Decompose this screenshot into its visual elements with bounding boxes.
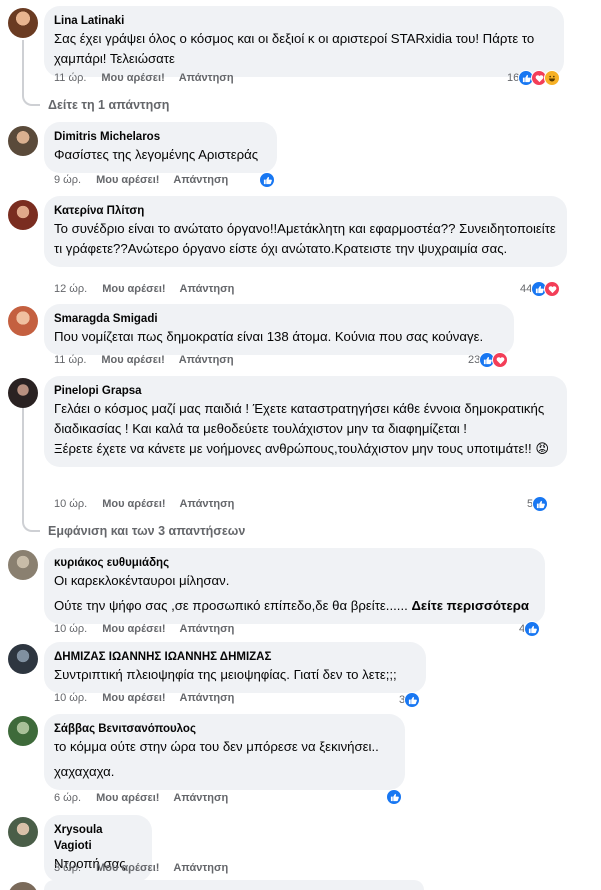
thread-hook — [22, 92, 40, 106]
like-button[interactable]: Μου αρέσει! — [102, 692, 165, 704]
reply-button[interactable]: Απάντηση — [173, 174, 228, 186]
comment-time[interactable]: 10 ώρ. — [54, 692, 87, 704]
like-reaction-icon — [404, 692, 421, 708]
reply-button[interactable]: Απάντηση — [179, 72, 234, 84]
avatar[interactable] — [8, 8, 38, 38]
avatar[interactable] — [8, 817, 38, 847]
comment-text: Σας έχει γράψει όλος ο κόσμος και οι δεξ… — [54, 31, 535, 66]
comment-text: Γελάει ο κόσμος μαζί μας παιδιά ! Έχετε … — [54, 401, 545, 436]
avatar[interactable] — [8, 716, 38, 746]
love-reaction-icon — [492, 352, 509, 368]
like-reaction-icon — [532, 496, 549, 512]
comment-author[interactable]: Xrysoula Vagioti — [54, 822, 142, 854]
reply-button[interactable]: Απάντηση — [180, 692, 235, 704]
comment-bubble: Σάββας Βενιτσανόπουλος το κόμμα ούτε στη… — [44, 714, 405, 790]
comment-text: Το συνέδριο είναι το ανώτατο όργανο!!Αμε… — [54, 221, 556, 256]
comment-author[interactable]: Dimitris Michelaros — [54, 129, 267, 145]
comment-time[interactable]: 12 ώρ. — [54, 283, 87, 295]
like-button[interactable]: Μου αρέσει! — [96, 862, 159, 874]
avatar[interactable] — [8, 882, 38, 890]
comment-bubble: Dimitris Michelaros Φασίστες της λεγομέν… — [44, 122, 277, 173]
reply-button[interactable]: Απάντηση — [180, 623, 235, 635]
comment-author[interactable]: Κατερίνα Πλίτση — [54, 203, 557, 219]
comment-time[interactable]: 10 ώρ. — [54, 498, 87, 510]
view-replies-link[interactable]: Δείτε τη 1 απάντηση — [48, 98, 169, 112]
thread-line — [22, 408, 24, 520]
comment-bubble: Lina Latinaki Σας έχει γράψει όλος ο κόσ… — [44, 6, 564, 77]
avatar[interactable] — [8, 644, 38, 674]
comment-time[interactable]: 9 ώρ. — [54, 174, 81, 186]
comment-bubble: ΔΗΜΙΖΑΣ ΙΩΑΝΝΗΣ ΙΩΑΝΝΗΣ ΔΗΜΙΖΑΣ Συντριπτ… — [44, 642, 426, 693]
comment-time[interactable]: 6 ώρ. — [54, 792, 81, 804]
comment-time[interactable]: 10 ώρ. — [54, 623, 87, 635]
comment-bubble: Smaragda Smigadi Που νομίζεται πως δημοκ… — [44, 304, 514, 355]
like-button[interactable]: Μου αρέσει! — [102, 498, 165, 510]
comment-text: το κόμμα ούτε στην ώρα του δεν μπόρεσε ν… — [54, 739, 379, 754]
comment-bubble: Κατερίνα Πλίτση Το συνέδριο είναι το ανώ… — [44, 196, 567, 267]
comment-author[interactable]: Lina Latinaki — [54, 13, 554, 29]
avatar[interactable] — [8, 378, 38, 408]
like-button[interactable]: Μου αρέσει! — [101, 72, 164, 84]
comment-text: Ούτε την ψήφο σας ,σε προσωπικό επίπεδο,… — [54, 598, 529, 613]
reaction-summary[interactable] — [386, 789, 402, 805]
reaction-summary[interactable]: 4 — [519, 621, 541, 637]
reply-button[interactable]: Απάντηση — [180, 498, 235, 510]
reply-button[interactable]: Απάντηση — [173, 862, 228, 874]
comment-text: χαχαχαχα. — [54, 764, 115, 779]
like-button[interactable]: Μου αρέσει! — [96, 792, 159, 804]
like-reaction-icon — [259, 172, 275, 188]
comment-author[interactable]: Smaragda Smigadi — [54, 311, 504, 327]
see-more-link[interactable]: Δείτε περισσότερα — [411, 598, 529, 613]
comment-text: Που νομίζεται πως δημοκρατία είναι 138 ά… — [54, 329, 484, 344]
like-button[interactable]: Μου αρέσει! — [101, 354, 164, 366]
avatar[interactable] — [8, 126, 38, 156]
comment-bubble: Pinelopi Grapsa Γελάει ο κόσμος μαζί μας… — [44, 376, 567, 467]
reply-button[interactable]: Απάντηση — [173, 792, 228, 804]
reaction-summary[interactable]: 23 — [468, 352, 509, 368]
like-button[interactable]: Μου αρέσει! — [102, 623, 165, 635]
comment-time[interactable]: 11 ώρ. — [54, 72, 86, 84]
like-reaction-icon — [524, 621, 541, 637]
comment-text: Οι καρεκλοκένταυροι μίλησαν. — [54, 573, 230, 588]
avatar[interactable] — [8, 306, 38, 336]
comment-author[interactable]: Σάββας Βενιτσανόπουλος — [54, 721, 395, 737]
comment-time[interactable]: 3 ώρ. — [54, 862, 81, 874]
reaction-summary[interactable]: 44 — [520, 281, 561, 297]
comment-author[interactable]: Pinelopi Grapsa — [54, 383, 557, 399]
like-reaction-icon — [386, 789, 402, 805]
comment-text: Ξέρετε έχετε να κάνετε με νοήμονες ανθρώ… — [54, 441, 550, 456]
comment-author[interactable]: ΔΗΜΙΖΑΣ ΙΩΑΝΝΗΣ ΙΩΑΝΝΗΣ ΔΗΜΙΖΑΣ — [54, 649, 416, 665]
comment-text: Συντριπτική πλειοψηφία της μειοψηφίας. Γ… — [54, 667, 397, 682]
like-button[interactable]: Μου αρέσει! — [102, 283, 165, 295]
reaction-summary[interactable]: 5 — [527, 496, 549, 512]
reaction-summary[interactable]: 16 — [507, 70, 561, 86]
comment-bubble: κυριάκος ευθυμιάδης Οι καρεκλοκένταυροι … — [44, 548, 545, 624]
avatar[interactable] — [8, 200, 38, 230]
love-reaction-icon — [544, 281, 561, 297]
like-button[interactable]: Μου αρέσει! — [96, 174, 159, 186]
comment-bubble — [44, 880, 424, 890]
comment-text: Φασίστες της λεγομένης Αριστεράς — [54, 147, 259, 162]
reaction-summary[interactable]: 3 — [399, 692, 421, 708]
reaction-summary[interactable] — [259, 172, 275, 188]
haha-reaction-icon — [544, 70, 561, 86]
thread-hook — [22, 518, 40, 532]
comment-author[interactable]: κυριάκος ευθυμιάδης — [54, 555, 535, 571]
reply-button[interactable]: Απάντηση — [180, 283, 235, 295]
reply-button[interactable]: Απάντηση — [179, 354, 234, 366]
view-replies-link[interactable]: Εμφάνιση και των 3 απαντήσεων — [48, 524, 245, 538]
comment-time[interactable]: 11 ώρ. — [54, 354, 86, 366]
avatar[interactable] — [8, 550, 38, 580]
thread-line — [22, 40, 24, 94]
